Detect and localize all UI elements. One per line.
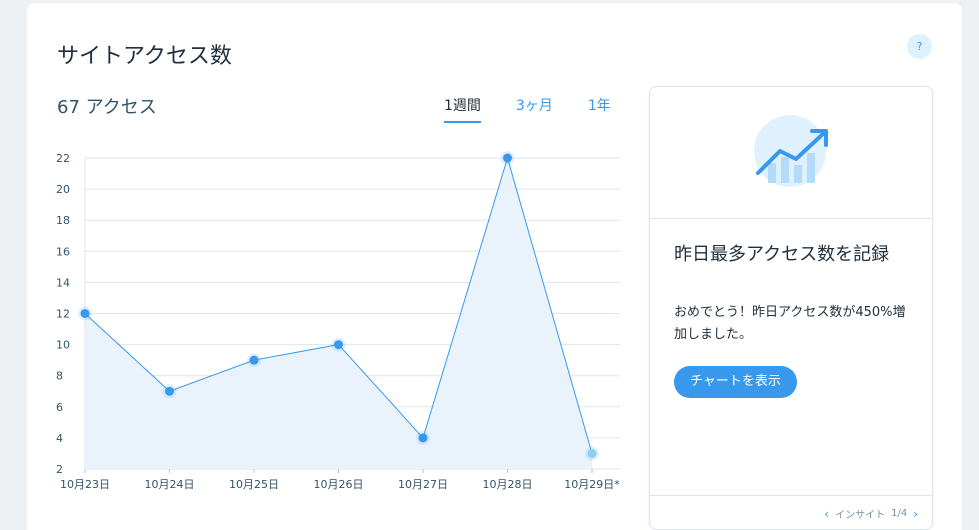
insight-body: おめでとう！昨日アクセス数が450%増加しました。: [674, 305, 906, 342]
y-tick-label: 10: [56, 339, 70, 352]
data-point: [80, 309, 90, 318]
y-tick-label: 16: [56, 245, 70, 258]
data-point: [165, 386, 174, 396]
data-point: [503, 153, 512, 163]
y-tick-label: 12: [56, 308, 70, 321]
x-tick-label: 10月27日: [398, 478, 448, 491]
insight-footer: ‹ インサイト 1/4 ›: [650, 495, 932, 529]
y-tick-label: 18: [56, 214, 70, 227]
x-tick-label: 10月29日*: [564, 478, 620, 491]
x-tick-label: 10月26日: [314, 478, 364, 491]
help-icon[interactable]: ?: [907, 34, 932, 59]
insight-panel: 昨日最多アクセス数を記録 おめでとう！昨日アクセス数が450%増加しました。 チ…: [649, 86, 933, 530]
insight-nav-label: インサイト: [835, 510, 886, 521]
x-tick-label: 10月28日: [483, 478, 533, 491]
data-point: [418, 433, 428, 443]
chevron-left-icon[interactable]: ‹: [824, 507, 829, 521]
data-point: [334, 340, 343, 350]
tab-3-months[interactable]: 3ヶ月: [516, 95, 553, 123]
period-tabs: 1週間 3ヶ月 1年: [444, 95, 611, 123]
trending-up-chart-icon: [754, 115, 828, 187]
tab-1-week[interactable]: 1週間: [444, 95, 481, 123]
y-tick-label: 4: [56, 432, 63, 445]
chevron-right-icon[interactable]: ›: [913, 507, 918, 521]
insight-title: 昨日最多アクセス数を記録: [674, 244, 890, 265]
x-tick-label: 10月25日: [229, 478, 279, 491]
y-tick-label: 20: [56, 183, 70, 196]
y-tick-label: 22: [56, 152, 70, 165]
data-point: [249, 355, 259, 365]
y-tick-label: 14: [56, 276, 70, 289]
insight-pager: ‹ インサイト 1/4 ›: [818, 506, 924, 522]
y-tick-label: 2: [56, 463, 63, 476]
visits-area-chart: 2 4 6 8 10 12 14 16 18 20 22 10月23日 10月24日 10月25日 10月2…: [56, 151, 620, 491]
show-chart-button[interactable]: チャートを表示: [674, 366, 797, 398]
data-point: [587, 448, 597, 458]
tab-1-year[interactable]: 1年: [588, 95, 611, 123]
x-tick-label: 10月24日: [145, 478, 195, 491]
visit-count: 67 アクセス: [57, 97, 157, 118]
insight-illustration-area: [650, 87, 932, 219]
card-title: サイトアクセス数: [57, 44, 232, 69]
x-tick-label: 10月23日: [60, 478, 110, 491]
insight-page: 1/4: [891, 508, 908, 519]
site-visits-card: サイトアクセス数 ? 67 アクセス 1週間 3ヶ月 1年 2 4 6 8 10 12 14…: [27, 3, 962, 530]
y-tick-label: 6: [56, 401, 63, 414]
y-tick-label: 8: [56, 370, 63, 383]
